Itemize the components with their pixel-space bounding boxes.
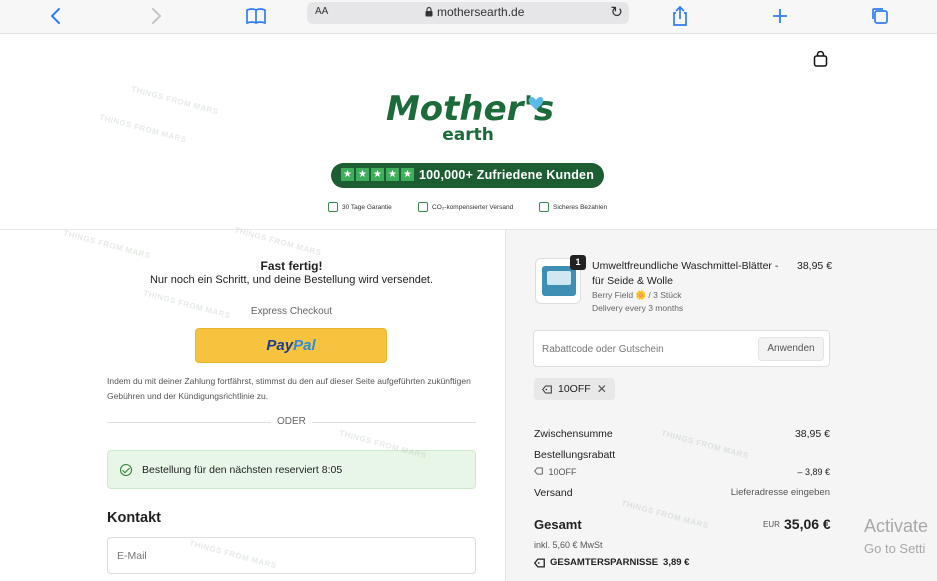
- rating-text: 100,000+ Zufriedene Kunden: [419, 168, 595, 182]
- bookmarks-icon[interactable]: [244, 4, 268, 28]
- cart-icon[interactable]: [813, 51, 828, 67]
- star-icon: ★: [401, 168, 414, 181]
- remove-code-icon[interactable]: ✕: [597, 382, 607, 396]
- paypal-button[interactable]: PayPal: [195, 328, 387, 363]
- paypal-pay-text: Pay: [266, 337, 294, 354]
- svg-text:earth: earth: [442, 125, 494, 144]
- browser-toolbar: AA mothersearth.de ↻: [0, 0, 937, 34]
- contact-heading: Kontakt: [107, 510, 161, 526]
- truck-icon: [418, 202, 428, 212]
- star-icon: ★: [341, 168, 354, 181]
- divider-label: ODER: [271, 416, 312, 427]
- total-label: Gesamt: [534, 517, 582, 532]
- star-icon: ★: [371, 168, 384, 181]
- trust-item-shipping: CO₂-kompensierter Versand: [418, 202, 513, 212]
- forward-icon[interactable]: [144, 4, 168, 28]
- new-tab-icon[interactable]: [768, 4, 792, 28]
- order-discount-label: Bestellungsrabatt: [534, 449, 616, 461]
- trust-label: CO₂-kompensierter Versand: [432, 203, 514, 211]
- savings-label: GESAMTERSPARNISSE: [550, 557, 659, 568]
- product-name: Umweltfreundliche Waschmittel-Blätter - …: [592, 260, 779, 287]
- trust-label: 30 Tage Garantie: [342, 203, 392, 211]
- shipping-label: Versand: [534, 487, 573, 499]
- discount-value: – 3,89 €: [797, 467, 830, 477]
- checkout-form: Fast fertig! Nur noch ein Schritt, und d…: [0, 230, 505, 581]
- paypal-pal-text: Pal: [293, 337, 316, 354]
- site-header: Mother's earth ★ ★ ★ ★ ★ 100,000+ Zufrie…: [0, 34, 937, 230]
- applied-code-tag: 10OFF ✕: [534, 378, 615, 400]
- subtotal-value: 38,95 €: [794, 428, 830, 440]
- windows-activation-hint: Go to Setti: [864, 541, 926, 556]
- subtotal-row: Zwischensumme 38,95 €: [534, 428, 830, 440]
- total-savings: GESAMTERSPARNISSE 3,89 €: [534, 557, 689, 568]
- delivery-frequency: Delivery every 3 months: [592, 303, 684, 313]
- rating-badge: ★ ★ ★ ★ ★ 100,000+ Zufriedene Kunden: [331, 163, 604, 188]
- mothers-earth-logo[interactable]: Mother's earth: [386, 86, 554, 144]
- page-subtitle: Nur noch ein Schritt, und deine Bestellu…: [149, 274, 434, 286]
- product-variant: Berry Field 🌼 / 3 Stück: [592, 290, 682, 300]
- back-icon[interactable]: [44, 4, 68, 28]
- lock-icon: [539, 202, 549, 212]
- tag-icon: [542, 385, 552, 393]
- share-icon[interactable]: [668, 4, 692, 28]
- shipping-row: Versand Lieferadresse eingeben: [534, 487, 830, 499]
- address-bar[interactable]: AA mothersearth.de ↻: [307, 2, 629, 24]
- product-price: 38,95 €: [797, 260, 833, 272]
- star-icon: ★: [386, 168, 399, 181]
- express-checkout-label: Express Checkout: [250, 306, 333, 317]
- reservation-text: Bestellung für den nächsten reserviert 8…: [142, 464, 343, 476]
- shipping-value: Lieferadresse eingeben: [730, 487, 830, 498]
- currency-code: EUR: [763, 520, 780, 529]
- discount-code-input[interactable]: [542, 340, 752, 358]
- order-discount-row: Bestellungsrabatt: [534, 449, 830, 461]
- shield-icon: [328, 202, 338, 212]
- star-icon: ★: [356, 168, 369, 181]
- reload-icon[interactable]: ↻: [610, 3, 623, 21]
- apply-discount-button[interactable]: Anwenden: [758, 337, 824, 361]
- tag-icon: [534, 557, 545, 568]
- svg-text:Mother's: Mother's: [386, 89, 554, 129]
- page-title: Fast fertig!: [260, 259, 323, 273]
- url-text: mothersearth.de: [437, 5, 525, 19]
- trust-item-guarantee: 30 Tage Garantie: [328, 202, 392, 212]
- star-rating: ★ ★ ★ ★ ★: [341, 168, 414, 181]
- discount-code-row: 10OFF – 3,89 €: [534, 467, 830, 477]
- vat-note: inkl. 5,60 € MwSt: [534, 540, 603, 550]
- discount-code-label: 10OFF: [548, 467, 577, 477]
- reservation-notice: Bestellung für den nächsten reserviert 8…: [107, 450, 476, 489]
- tag-icon: [534, 467, 543, 475]
- subtotal-label: Zwischensumme: [534, 428, 613, 440]
- windows-activation-title: Activate: [864, 516, 929, 536]
- trust-item-payment: Sicheres Bezahlen: [539, 202, 607, 212]
- lock-icon: [425, 7, 433, 17]
- applied-code-label: 10OFF: [558, 383, 591, 395]
- total-value: 35,06 €: [784, 516, 831, 532]
- check-circle-icon: [120, 464, 132, 476]
- tabs-overview-icon[interactable]: [868, 4, 892, 28]
- discount-code-box: Anwenden: [533, 330, 830, 367]
- savings-value: 3,89 €: [663, 557, 690, 568]
- text-size-button[interactable]: AA: [315, 6, 328, 17]
- legal-notice: Indem du mit deiner Zahlung fortfährst, …: [107, 376, 471, 401]
- quantity-badge: 1: [570, 255, 586, 270]
- email-field[interactable]: [107, 537, 476, 574]
- trust-label: Sicheres Bezahlen: [553, 203, 608, 211]
